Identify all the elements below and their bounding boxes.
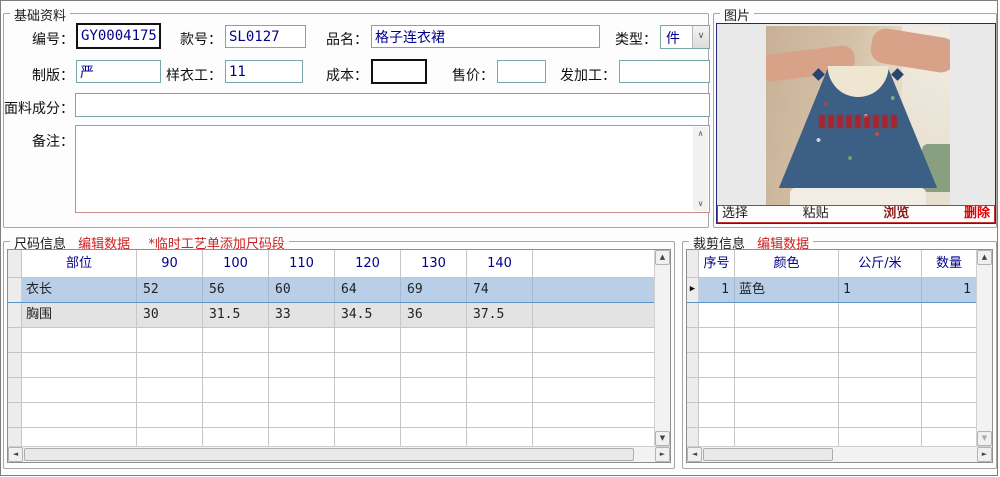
pinming-label: 品名： [326, 32, 368, 48]
size-header-row: 部位 90 100 110 120 130 140 [8, 250, 654, 278]
table-row-empty[interactable] [8, 353, 654, 378]
cutting-grid: 序号 颜色 公斤/米 数量 ▶ 1 蓝色 1 1 [687, 250, 976, 446]
size-grid: 部位 90 100 110 120 130 140 衣长 52 56 60 64 [8, 250, 654, 446]
col-header-kg: 公斤/米 [839, 250, 922, 278]
scroll-down-icon[interactable]: ▼ [655, 431, 670, 446]
table-row-empty[interactable] [8, 328, 654, 353]
scroll-left-icon[interactable]: ◄ [8, 447, 23, 462]
chevron-down-icon[interactable]: ∨ [692, 26, 709, 48]
col-header-color: 颜色 [735, 250, 839, 278]
table-row-empty[interactable] [687, 328, 976, 353]
scroll-up-icon[interactable]: ▲ [655, 250, 670, 265]
table-row-empty[interactable] [687, 353, 976, 378]
table-row-empty[interactable] [687, 403, 976, 428]
bianhao-input[interactable] [76, 23, 161, 49]
size-info-group: 尺码信息 编辑数据 *临时工艺单添加尺码段 部位 90 100 110 120 … [3, 233, 675, 469]
table-row-empty[interactable] [687, 303, 976, 328]
size-vertical-scrollbar[interactable]: ▲ ▼ [654, 250, 670, 446]
col-header-part: 部位 [22, 250, 137, 278]
cutting-info-group: 裁剪信息 编辑数据 序号 颜色 公斤/米 数量 ▶ 1 蓝色 1 1 ▲ ▼ ◄… [682, 233, 997, 469]
picture-group-title: 图片 [720, 5, 755, 24]
delete-picture-button[interactable]: 删除 [964, 206, 990, 222]
table-row-yichang[interactable]: 衣长 52 56 60 64 69 74 [8, 278, 654, 303]
beizhu-textarea[interactable] [76, 126, 693, 212]
leixing-label: 类型： [615, 32, 657, 48]
table-row-xiongwei[interactable]: 胸围 30 31.5 33 34.5 36 37.5 [8, 303, 654, 328]
mianliao-label: 面料成分： [4, 101, 74, 117]
chengben-input[interactable] [371, 59, 427, 84]
scroll-right-icon[interactable]: ► [655, 447, 670, 462]
col-header-120: 120 [335, 250, 401, 278]
row-indicator-header [687, 250, 699, 278]
pinming-input[interactable] [371, 25, 600, 48]
col-header-110: 110 [269, 250, 335, 278]
beizhu-label: 备注： [32, 134, 74, 150]
paste-picture-button[interactable]: 粘贴 [803, 206, 829, 222]
cutting-header-row: 序号 颜色 公斤/米 数量 [687, 250, 976, 278]
browse-picture-button[interactable]: 浏览 [883, 206, 909, 222]
size-table: 部位 90 100 110 120 130 140 衣长 52 56 60 64 [7, 249, 671, 463]
product-photo [766, 26, 950, 208]
scroll-right-icon[interactable]: ► [977, 447, 992, 462]
picture-group: 图片 选择 粘贴 浏览 删除 [713, 5, 997, 228]
table-row-empty[interactable] [8, 428, 654, 446]
photo-red-watermark [819, 115, 897, 128]
basic-info-group: 基础资料 编号： 款号： 品名： 类型： 件 ∨ 制版： 样衣工： 成本： 售价… [3, 5, 710, 228]
table-row-empty[interactable] [8, 378, 654, 403]
cutting-horizontal-scrollbar[interactable]: ◄ ► [687, 446, 992, 462]
col-header-140: 140 [467, 250, 533, 278]
yangyigong-label: 样衣工： [166, 68, 222, 84]
table-row-cutting-1[interactable]: ▶ 1 蓝色 1 1 [687, 278, 976, 303]
zhiban-label: 制版： [32, 68, 74, 84]
scroll-down-icon[interactable]: ∨ [693, 197, 708, 211]
scroll-up-icon[interactable]: ∧ [693, 127, 708, 141]
fajiagong-label: 发加工： [560, 68, 616, 84]
picture-frame: 选择 粘贴 浏览 删除 [716, 23, 996, 224]
col-header-100: 100 [203, 250, 269, 278]
bianhao-label: 编号： [32, 32, 74, 48]
col-header-qty: 数量 [922, 250, 976, 278]
cutting-hscroll-thumb[interactable] [703, 448, 833, 461]
beizhu-textarea-box: ∧ ∨ [75, 125, 710, 213]
cutting-vertical-scrollbar[interactable]: ▲ ▼ [976, 250, 992, 446]
table-row-empty[interactable] [687, 428, 976, 446]
size-horizontal-scrollbar[interactable]: ◄ ► [8, 446, 670, 462]
table-row-empty[interactable] [687, 378, 976, 403]
scroll-up-icon[interactable]: ▲ [977, 250, 992, 265]
fajiagong-input[interactable] [619, 60, 710, 83]
kuanhao-input[interactable] [225, 25, 306, 48]
row-indicator-header [8, 250, 22, 278]
beizhu-scrollbar[interactable]: ∧ ∨ [693, 127, 708, 211]
col-header-no: 序号 [699, 250, 735, 278]
scroll-down-icon[interactable]: ▼ [977, 431, 992, 446]
size-hscroll-thumb[interactable] [24, 448, 634, 461]
leixing-combobox-value: 件 [666, 31, 680, 47]
cutting-table: 序号 颜色 公斤/米 数量 ▶ 1 蓝色 1 1 ▲ ▼ ◄ ► [686, 249, 993, 463]
col-header-90: 90 [137, 250, 203, 278]
picture-toolbar: 选择 粘贴 浏览 删除 [717, 205, 995, 223]
row-marker-icon: ▶ [687, 278, 699, 302]
leixing-combobox[interactable]: 件 ∨ [660, 25, 710, 49]
chengben-label: 成本： [326, 68, 368, 84]
select-picture-button[interactable]: 选择 [722, 206, 748, 222]
table-row-empty[interactable] [8, 403, 654, 428]
scroll-left-icon[interactable]: ◄ [687, 447, 702, 462]
kuanhao-label: 款号： [180, 32, 222, 48]
col-header-130: 130 [401, 250, 467, 278]
app-window: 基础资料 编号： 款号： 品名： 类型： 件 ∨ 制版： 样衣工： 成本： 售价… [0, 0, 998, 476]
yangyigong-input[interactable] [225, 60, 303, 83]
shoujia-label: 售价： [452, 68, 494, 84]
mianliao-input[interactable] [75, 93, 710, 117]
basic-info-group-title: 基础资料 [10, 5, 71, 24]
